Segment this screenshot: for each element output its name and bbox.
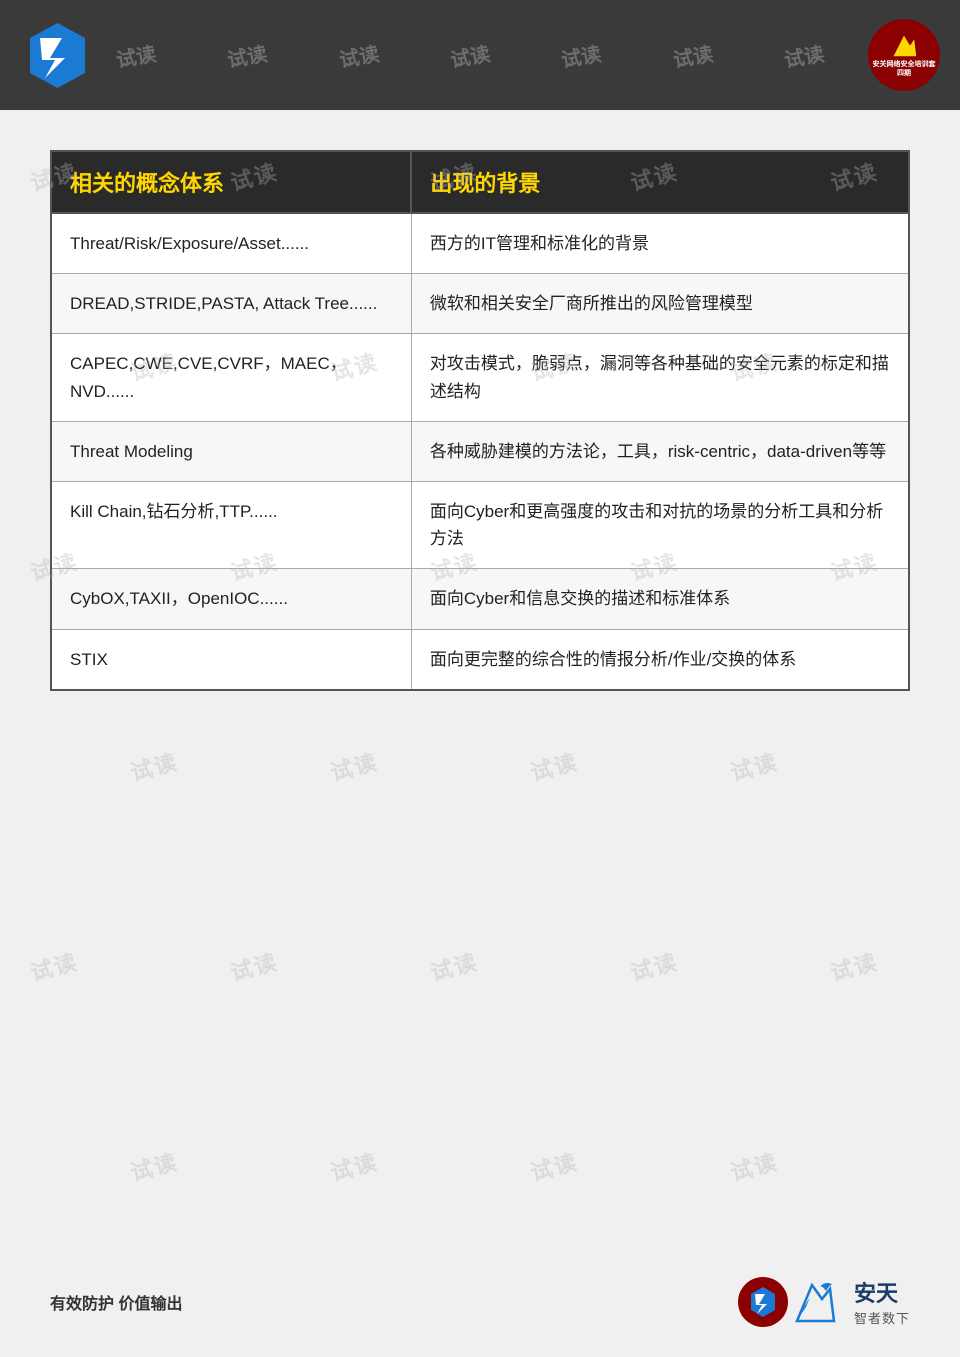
main-content: 相关的概念体系 出现的背景 Threat/Risk/Exposure/Asset… xyxy=(0,110,960,731)
brand-name-text: 安天 xyxy=(854,1276,910,1308)
table-cell-background: 西方的IT管理和标准化的背景 xyxy=(411,213,909,274)
footer-brand-area: 安天 智者数下 xyxy=(738,1276,910,1327)
watermark-20: 试读 xyxy=(427,944,482,987)
footer-antiy-icon xyxy=(745,1284,781,1320)
footer-brand-lightning-icon xyxy=(792,1279,852,1325)
footer-logo-icon xyxy=(738,1277,788,1327)
table-row: DREAD,STRIDE,PASTA, Attack Tree......微软和… xyxy=(51,274,909,334)
watermark-22: 试读 xyxy=(827,944,882,987)
antiy-logo-icon xyxy=(20,18,95,93)
header-logo xyxy=(20,18,95,93)
watermark-15: 试读 xyxy=(327,744,382,787)
header-wm-7: 试读 xyxy=(782,37,826,73)
footer-brand-text: 安天 智者数下 xyxy=(792,1276,910,1327)
watermark-26: 试读 xyxy=(727,1144,782,1187)
table-row: CAPEC,CWE,CVE,CVRF，MAEC，NVD......对攻击模式，脆… xyxy=(51,334,909,421)
watermark-18: 试读 xyxy=(27,944,82,987)
table-row: CybOX,TAXII，OpenIOC......面向Cyber和信息交换的描述… xyxy=(51,569,909,629)
header-wm-5: 试读 xyxy=(559,37,603,73)
table-header-row: 相关的概念体系 出现的背景 xyxy=(51,151,909,213)
watermark-16: 试读 xyxy=(527,744,582,787)
table-cell-background: 面向Cyber和信息交换的描述和标准体系 xyxy=(411,569,909,629)
header-wm-4: 试读 xyxy=(448,37,492,73)
watermark-19: 试读 xyxy=(227,944,282,987)
table-cell-background: 各种威胁建模的方法论，工具，risk-centric，data-driven等等 xyxy=(411,421,909,481)
table-row: Threat Modeling各种威胁建模的方法论，工具，risk-centri… xyxy=(51,421,909,481)
table-row: Kill Chain,钻石分析,TTP......面向Cyber和更高强度的攻击… xyxy=(51,481,909,568)
table-cell-concept: STIX xyxy=(51,629,411,690)
table-row: STIX面向更完整的综合性的情报分析/作业/交换的体系 xyxy=(51,629,909,690)
footer-tagline: 有效防护 价值输出 xyxy=(50,1290,182,1314)
concept-table: 相关的概念体系 出现的背景 Threat/Risk/Exposure/Asset… xyxy=(50,150,910,691)
table-cell-concept: CybOX,TAXII，OpenIOC...... xyxy=(51,569,411,629)
watermark-24: 试读 xyxy=(327,1144,382,1187)
footer: 有效防护 价值输出 安天 智者数下 xyxy=(0,1276,960,1327)
table-row: Threat/Risk/Exposure/Asset......西方的IT管理和… xyxy=(51,213,909,274)
table-cell-concept: CAPEC,CWE,CVE,CVRF，MAEC，NVD...... xyxy=(51,334,411,421)
header-wm-6: 试读 xyxy=(671,37,715,73)
table-cell-concept: Threat/Risk/Exposure/Asset...... xyxy=(51,213,411,274)
header-wm-1: 试读 xyxy=(113,37,157,73)
header-watermarks: 试读 试读 试读 试读 试读 试读 试读 xyxy=(80,0,860,110)
table-cell-background: 微软和相关安全厂商所推出的风险管理模型 xyxy=(411,274,909,334)
header: 试读 试读 试读 试读 试读 试读 试读 安关网络安全培训套四期 xyxy=(0,0,960,110)
brand-icon xyxy=(888,32,920,60)
table-cell-concept: Threat Modeling xyxy=(51,421,411,481)
watermark-23: 试读 xyxy=(127,1144,182,1187)
col1-header: 相关的概念体系 xyxy=(51,151,411,213)
brand-sub-text: 智者数下 xyxy=(854,1308,910,1327)
header-wm-2: 试读 xyxy=(225,37,269,73)
table-cell-concept: Kill Chain,钻石分析,TTP...... xyxy=(51,481,411,568)
col2-header: 出现的背景 xyxy=(411,151,909,213)
table-cell-background: 面向Cyber和更高强度的攻击和对抗的场景的分析工具和分析方法 xyxy=(411,481,909,568)
table-cell-concept: DREAD,STRIDE,PASTA, Attack Tree...... xyxy=(51,274,411,334)
header-wm-3: 试读 xyxy=(336,37,380,73)
watermark-14: 试读 xyxy=(127,744,182,787)
header-right-brand: 安关网络安全培训套四期 xyxy=(868,19,940,91)
table-cell-background: 面向更完整的综合性的情报分析/作业/交换的体系 xyxy=(411,629,909,690)
watermark-21: 试读 xyxy=(627,944,682,987)
watermark-25: 试读 xyxy=(527,1144,582,1187)
watermark-17: 试读 xyxy=(727,744,782,787)
table-cell-background: 对攻击模式，脆弱点，漏洞等各种基础的安全元素的标定和描述结构 xyxy=(411,334,909,421)
brand-circle: 安关网络安全培训套四期 xyxy=(868,19,940,91)
